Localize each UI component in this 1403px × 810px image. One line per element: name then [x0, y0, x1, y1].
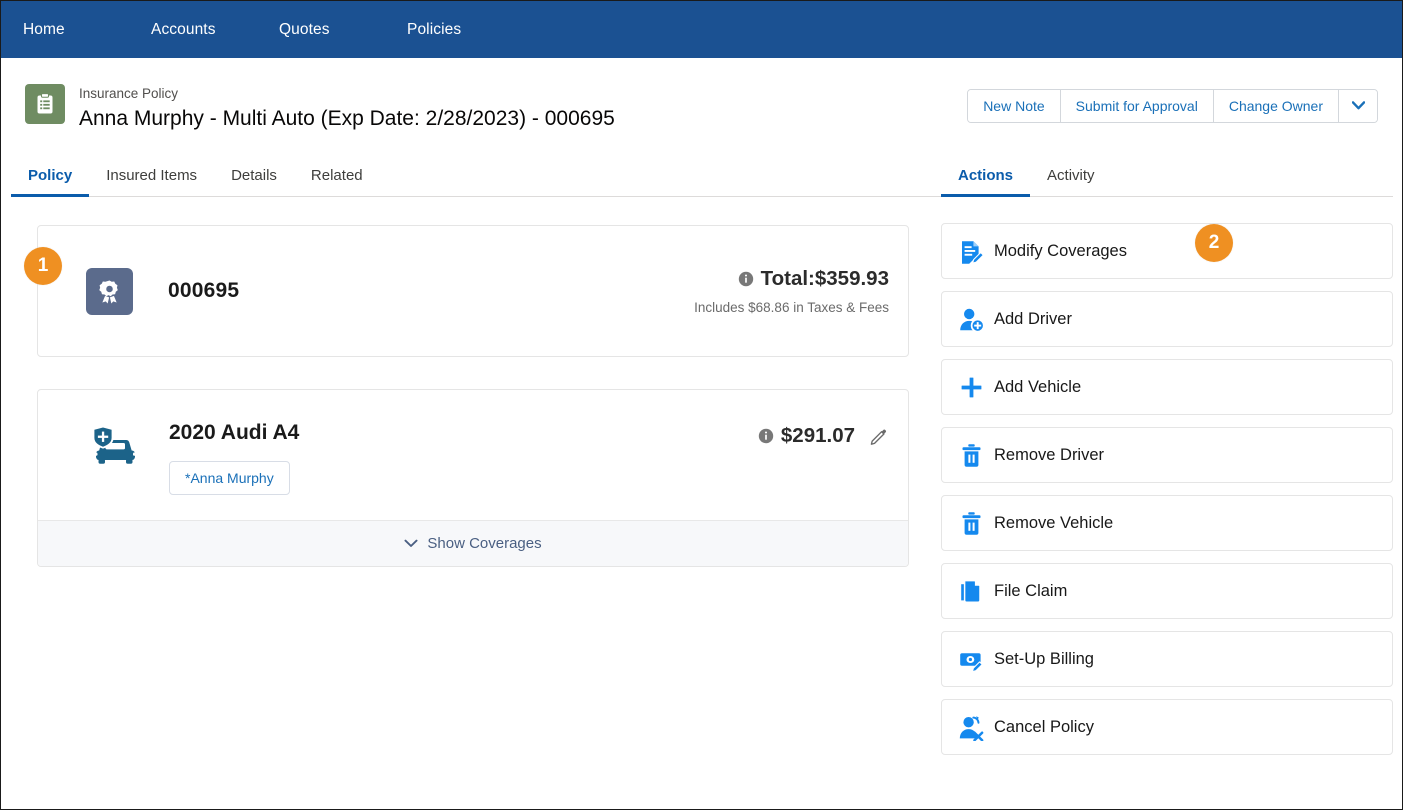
- chevron-down-icon: [1352, 97, 1365, 115]
- trash-icon: [958, 510, 990, 537]
- header-more-actions-button[interactable]: [1339, 90, 1377, 122]
- header-action-button-group: New Note Submit for Approval Change Owne…: [967, 89, 1378, 123]
- info-icon[interactable]: [758, 428, 774, 444]
- change-owner-button[interactable]: Change Owner: [1214, 90, 1339, 122]
- nav-item-home[interactable]: Home: [23, 15, 151, 45]
- app-window: Home Accounts Quotes Policies Insuran: [0, 0, 1403, 810]
- action-label: Add Driver: [994, 310, 1072, 329]
- tab-insured-items[interactable]: Insured Items: [89, 166, 214, 196]
- trash-icon: [958, 442, 990, 469]
- action-modify-coverages[interactable]: Modify Coverages: [941, 223, 1393, 279]
- show-coverages-toggle[interactable]: Show Coverages: [38, 520, 908, 566]
- pencil-icon[interactable]: [869, 427, 888, 446]
- tab-actions[interactable]: Actions: [941, 166, 1030, 196]
- policy-taxes-note: Includes $68.86 in Taxes & Fees: [694, 300, 889, 315]
- plus-icon: [958, 374, 990, 401]
- action-remove-driver[interactable]: Remove Driver: [941, 427, 1393, 483]
- person-add-icon: [958, 306, 990, 333]
- action-label: Add Vehicle: [994, 378, 1081, 397]
- action-label: Remove Vehicle: [994, 514, 1113, 533]
- action-add-driver[interactable]: Add Driver: [941, 291, 1393, 347]
- body-columns: Policy Insured Items Details Related 000…: [1, 154, 1402, 767]
- award-ribbon-icon: [86, 268, 133, 315]
- tab-policy[interactable]: Policy: [11, 166, 89, 196]
- nav-item-policies[interactable]: Policies: [407, 15, 535, 45]
- record-text-block: Insurance Policy Anna Murphy - Multi Aut…: [79, 84, 615, 132]
- document-edit-icon: [958, 238, 990, 265]
- action-label: File Claim: [994, 582, 1067, 601]
- person-remove-icon: [958, 714, 990, 741]
- record-identity: Insurance Policy Anna Murphy - Multi Aut…: [25, 84, 615, 132]
- vehicle-name: 2020 Audi A4: [169, 420, 299, 446]
- global-navigation-bar: Home Accounts Quotes Policies: [1, 1, 1402, 58]
- vehicle-price: $291.07: [781, 424, 855, 448]
- nav-item-quotes[interactable]: Quotes: [279, 15, 407, 45]
- action-remove-vehicle[interactable]: Remove Vehicle: [941, 495, 1393, 551]
- nav-item-accounts[interactable]: Accounts: [151, 15, 279, 45]
- action-file-claim[interactable]: File Claim: [941, 563, 1393, 619]
- policy-total-line: Total:$359.93: [694, 267, 889, 291]
- page-title: Anna Murphy - Multi Auto (Exp Date: 2/28…: [79, 105, 615, 132]
- vehicle-price-block: $291.07: [758, 418, 888, 448]
- action-add-vehicle[interactable]: Add Vehicle: [941, 359, 1393, 415]
- action-set-up-billing[interactable]: Set-Up Billing: [941, 631, 1393, 687]
- car-shield-icon: [86, 422, 138, 473]
- driver-pill[interactable]: *Anna Murphy: [169, 461, 290, 495]
- show-coverages-label: Show Coverages: [427, 535, 541, 552]
- actions-tabset: Actions Activity: [941, 154, 1393, 197]
- info-icon[interactable]: [738, 271, 754, 287]
- policy-total-block: Total:$359.93 Includes $68.86 in Taxes &…: [694, 267, 889, 315]
- tab-details[interactable]: Details: [214, 166, 294, 196]
- step-badge-2: 2: [1195, 224, 1233, 262]
- clipboard-icon: [25, 84, 65, 124]
- policy-summary-card: 000695 Total:$359.93 Includes $68.86 in: [37, 225, 909, 357]
- action-label: Cancel Policy: [994, 718, 1094, 737]
- tab-activity[interactable]: Activity: [1030, 166, 1112, 196]
- vehicle-info: 2020 Audi A4 *Anna Murphy: [169, 418, 299, 495]
- chevron-down-icon: [404, 535, 418, 552]
- step-badge-1: 1: [24, 247, 62, 285]
- new-note-button[interactable]: New Note: [968, 90, 1060, 122]
- left-column: Policy Insured Items Details Related 000…: [1, 154, 941, 767]
- action-label: Set-Up Billing: [994, 650, 1094, 669]
- submit-for-approval-button[interactable]: Submit for Approval: [1061, 90, 1214, 122]
- vehicle-card: 2020 Audi A4 *Anna Murphy $291.07: [37, 389, 909, 567]
- policy-number: 000695: [168, 279, 239, 303]
- vehicle-card-body: 2020 Audi A4 *Anna Murphy $291.07: [38, 390, 908, 520]
- banknote-edit-icon: [958, 646, 990, 673]
- tab-related[interactable]: Related: [294, 166, 380, 196]
- policy-tabset: Policy Insured Items Details Related: [11, 154, 941, 197]
- action-cancel-policy[interactable]: Cancel Policy: [941, 699, 1393, 755]
- documents-copy-icon: [958, 578, 990, 605]
- action-label: Remove Driver: [994, 446, 1104, 465]
- record-type-label: Insurance Policy: [79, 85, 615, 103]
- action-label: Modify Coverages: [994, 242, 1127, 261]
- record-header: Insurance Policy Anna Murphy - Multi Aut…: [1, 58, 1402, 132]
- actions-list: Modify Coverages Add Driver: [941, 223, 1393, 755]
- right-column: Actions Activity: [941, 154, 1393, 767]
- policy-total-amount: Total:$359.93: [761, 267, 889, 291]
